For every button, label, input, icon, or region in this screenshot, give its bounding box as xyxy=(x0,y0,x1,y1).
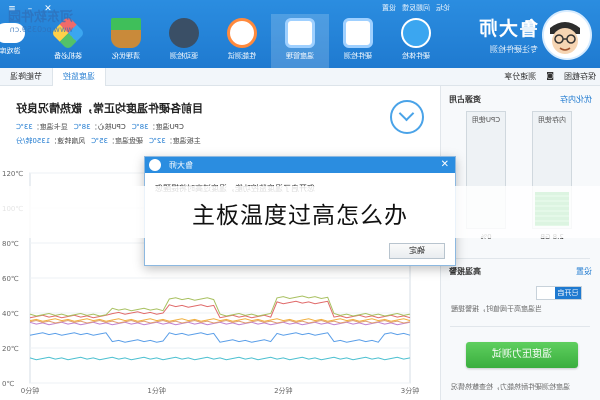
temp-value: 38℃ xyxy=(73,123,91,131)
dialog-title: 鲁大师 xyxy=(169,161,193,170)
app-header: 鲁大师 专注硬件检测 论坛 问题反馈 设置 硬件体检 硬件检测 温度管理 性能测… xyxy=(0,0,600,68)
alarm-settings-link[interactable]: 设置 xyxy=(576,266,592,277)
temp-label: 主板温度 xyxy=(172,137,201,145)
chart-y-tick-label: 0℃ xyxy=(2,380,14,388)
tab-temperature-monitor[interactable]: 温度监控 xyxy=(53,68,106,86)
caption: 主板温度过高怎么办 xyxy=(192,203,408,229)
temp-row-2: 主板温度：32℃ 硬盘温度：35℃ 风扇转速：1350转/分 xyxy=(16,136,201,146)
temp-row-1: CPU温度：38℃ CPU核心：38℃ 显卡温度：33℃ xyxy=(16,122,184,132)
alarm-note: 当温度高于阈值时，报警提醒 xyxy=(451,305,542,313)
brand-name: 鲁大师 xyxy=(477,18,538,40)
speedometer-icon xyxy=(227,18,257,48)
temp-item: 硬盘温度：35℃ xyxy=(91,137,143,145)
broom-icon xyxy=(111,18,141,48)
toolbar: 保存截图 ◙ 测速分享 温度监控 节能降温 xyxy=(0,68,600,86)
stress-test-button[interactable]: 温度压力测试 xyxy=(466,342,578,368)
stress-test-note: 温度检测硬件耐热能力，检查散热情况 xyxy=(451,383,570,391)
chart-y-tick-label: 120℃ xyxy=(2,170,23,178)
temp-value: 33℃ xyxy=(16,123,33,131)
nav-label: 硬件体检 xyxy=(402,52,430,60)
temp-label: 显卡温度 xyxy=(39,123,68,131)
thermometer-icon xyxy=(285,18,315,48)
monitor-icon xyxy=(343,18,373,48)
nav-cleanup[interactable]: 清理优化 xyxy=(97,14,155,68)
nav-label: 清理优化 xyxy=(112,52,140,60)
close-icon[interactable]: ✕ xyxy=(441,158,449,172)
nav-label: 装机必备 xyxy=(54,52,82,60)
ok-button[interactable]: 确定 xyxy=(389,243,445,259)
temp-label: 风扇转速 xyxy=(57,137,86,145)
dialog-titlebar: ✕ 鲁大师 xyxy=(145,157,455,173)
chevron-down-icon[interactable] xyxy=(390,100,424,134)
top-link-forum[interactable]: 论坛 xyxy=(436,3,450,13)
camera-icon[interactable]: ◙ xyxy=(546,71,554,82)
share-speed-link[interactable]: 测速分享 xyxy=(504,71,536,82)
top-link-settings[interactable]: 设置 xyxy=(382,3,396,13)
temp-label: CPU核心 xyxy=(97,123,126,131)
sidebar: 资源占用 优化内存 CPU使用 0% 内存使用 2.8 GB 高温报警 设置 已… xyxy=(440,86,600,400)
tab-energy-saving[interactable]: 节能降温 xyxy=(0,68,53,86)
temp-item: 风扇转速：1350转/分 xyxy=(16,137,86,145)
chart-x-tick-label: 1分钟 xyxy=(147,386,165,395)
status-headline: 目前各硬件温度均正常，散热情况良好 xyxy=(16,102,203,115)
watermark-title: 河东软件园 xyxy=(8,10,74,25)
chart-y-tick-label: 80℃ xyxy=(2,240,19,248)
temp-value: 38℃ xyxy=(131,123,149,131)
temp-value: 35℃ xyxy=(91,137,108,145)
tab-bar: 温度监控 节能降温 xyxy=(0,68,106,86)
toolbar-actions: 保存截图 ◙ 测速分享 xyxy=(504,71,596,82)
nav-performance[interactable]: 性能测试 xyxy=(213,14,271,68)
nav-label: 温度管理 xyxy=(286,52,314,60)
temp-item: 主板温度：32℃ xyxy=(148,137,201,145)
brand-slogan: 专注硬件检测 xyxy=(490,45,538,54)
nav-driver[interactable]: 驱动检测 xyxy=(155,14,213,68)
nav-temperature[interactable]: 温度管理 xyxy=(271,14,329,68)
nav-hardware[interactable]: 硬件检测 xyxy=(329,14,387,68)
temp-value: 1350转/分 xyxy=(16,137,51,145)
optimize-memory-link[interactable]: 优化内存 xyxy=(560,94,592,105)
chart-x-tick-label: 3分钟 xyxy=(401,386,419,395)
alarm-toggle[interactable]: 已开启 xyxy=(536,286,582,300)
gauge-label: CPU使用 xyxy=(471,116,501,124)
resource-title: 资源占用 xyxy=(449,95,481,104)
avatar xyxy=(149,159,161,171)
temp-item: 显卡温度：33℃ xyxy=(16,123,68,131)
chart-y-tick-label: 40℃ xyxy=(2,310,19,318)
top-links: 论坛 问题反馈 设置 xyxy=(382,3,450,13)
temp-item: CPU核心：38℃ xyxy=(73,123,126,131)
chart-y-tick-label: 20℃ xyxy=(2,345,19,353)
app-window: 鲁大师 专注硬件检测 论坛 问题反馈 设置 硬件体检 硬件检测 温度管理 性能测… xyxy=(0,0,600,400)
shield-icon xyxy=(401,18,431,48)
nav-label: 游戏库 xyxy=(0,47,21,55)
gear-icon xyxy=(169,18,199,48)
top-link-feedback[interactable]: 问题反馈 xyxy=(402,3,430,13)
brand: 鲁大师 专注硬件检测 xyxy=(478,14,538,55)
temp-label: CPU温度 xyxy=(155,123,184,131)
temp-value: 32℃ xyxy=(148,137,166,145)
watermark: 河东软件园 www.pc0359.cn xyxy=(8,6,73,34)
divider xyxy=(450,326,590,327)
nav-checkup[interactable]: 硬件体检 xyxy=(387,14,445,68)
chart-y-tick-label: 60℃ xyxy=(2,275,19,283)
nav-label: 性能测试 xyxy=(228,52,256,60)
watermark-url: www.pc0359.cn xyxy=(9,25,74,34)
divider xyxy=(450,258,590,259)
temp-item: CPU温度：38℃ xyxy=(131,123,184,131)
nav-label: 硬件检测 xyxy=(344,52,372,60)
chart-x-tick-label: 2分钟 xyxy=(274,386,292,395)
gauge-label: 内存使用 xyxy=(538,116,566,124)
nav-label: 驱动检测 xyxy=(170,52,198,60)
alarm-title: 高温报警 xyxy=(449,267,481,276)
temp-label: 硬盘温度 xyxy=(114,137,143,145)
save-screenshot-link[interactable]: 保存截图 xyxy=(564,71,596,82)
chart-x-tick-label: 0分钟 xyxy=(21,386,39,395)
toggle-on-label: 已开启 xyxy=(555,287,581,299)
logo-icon xyxy=(542,10,592,60)
